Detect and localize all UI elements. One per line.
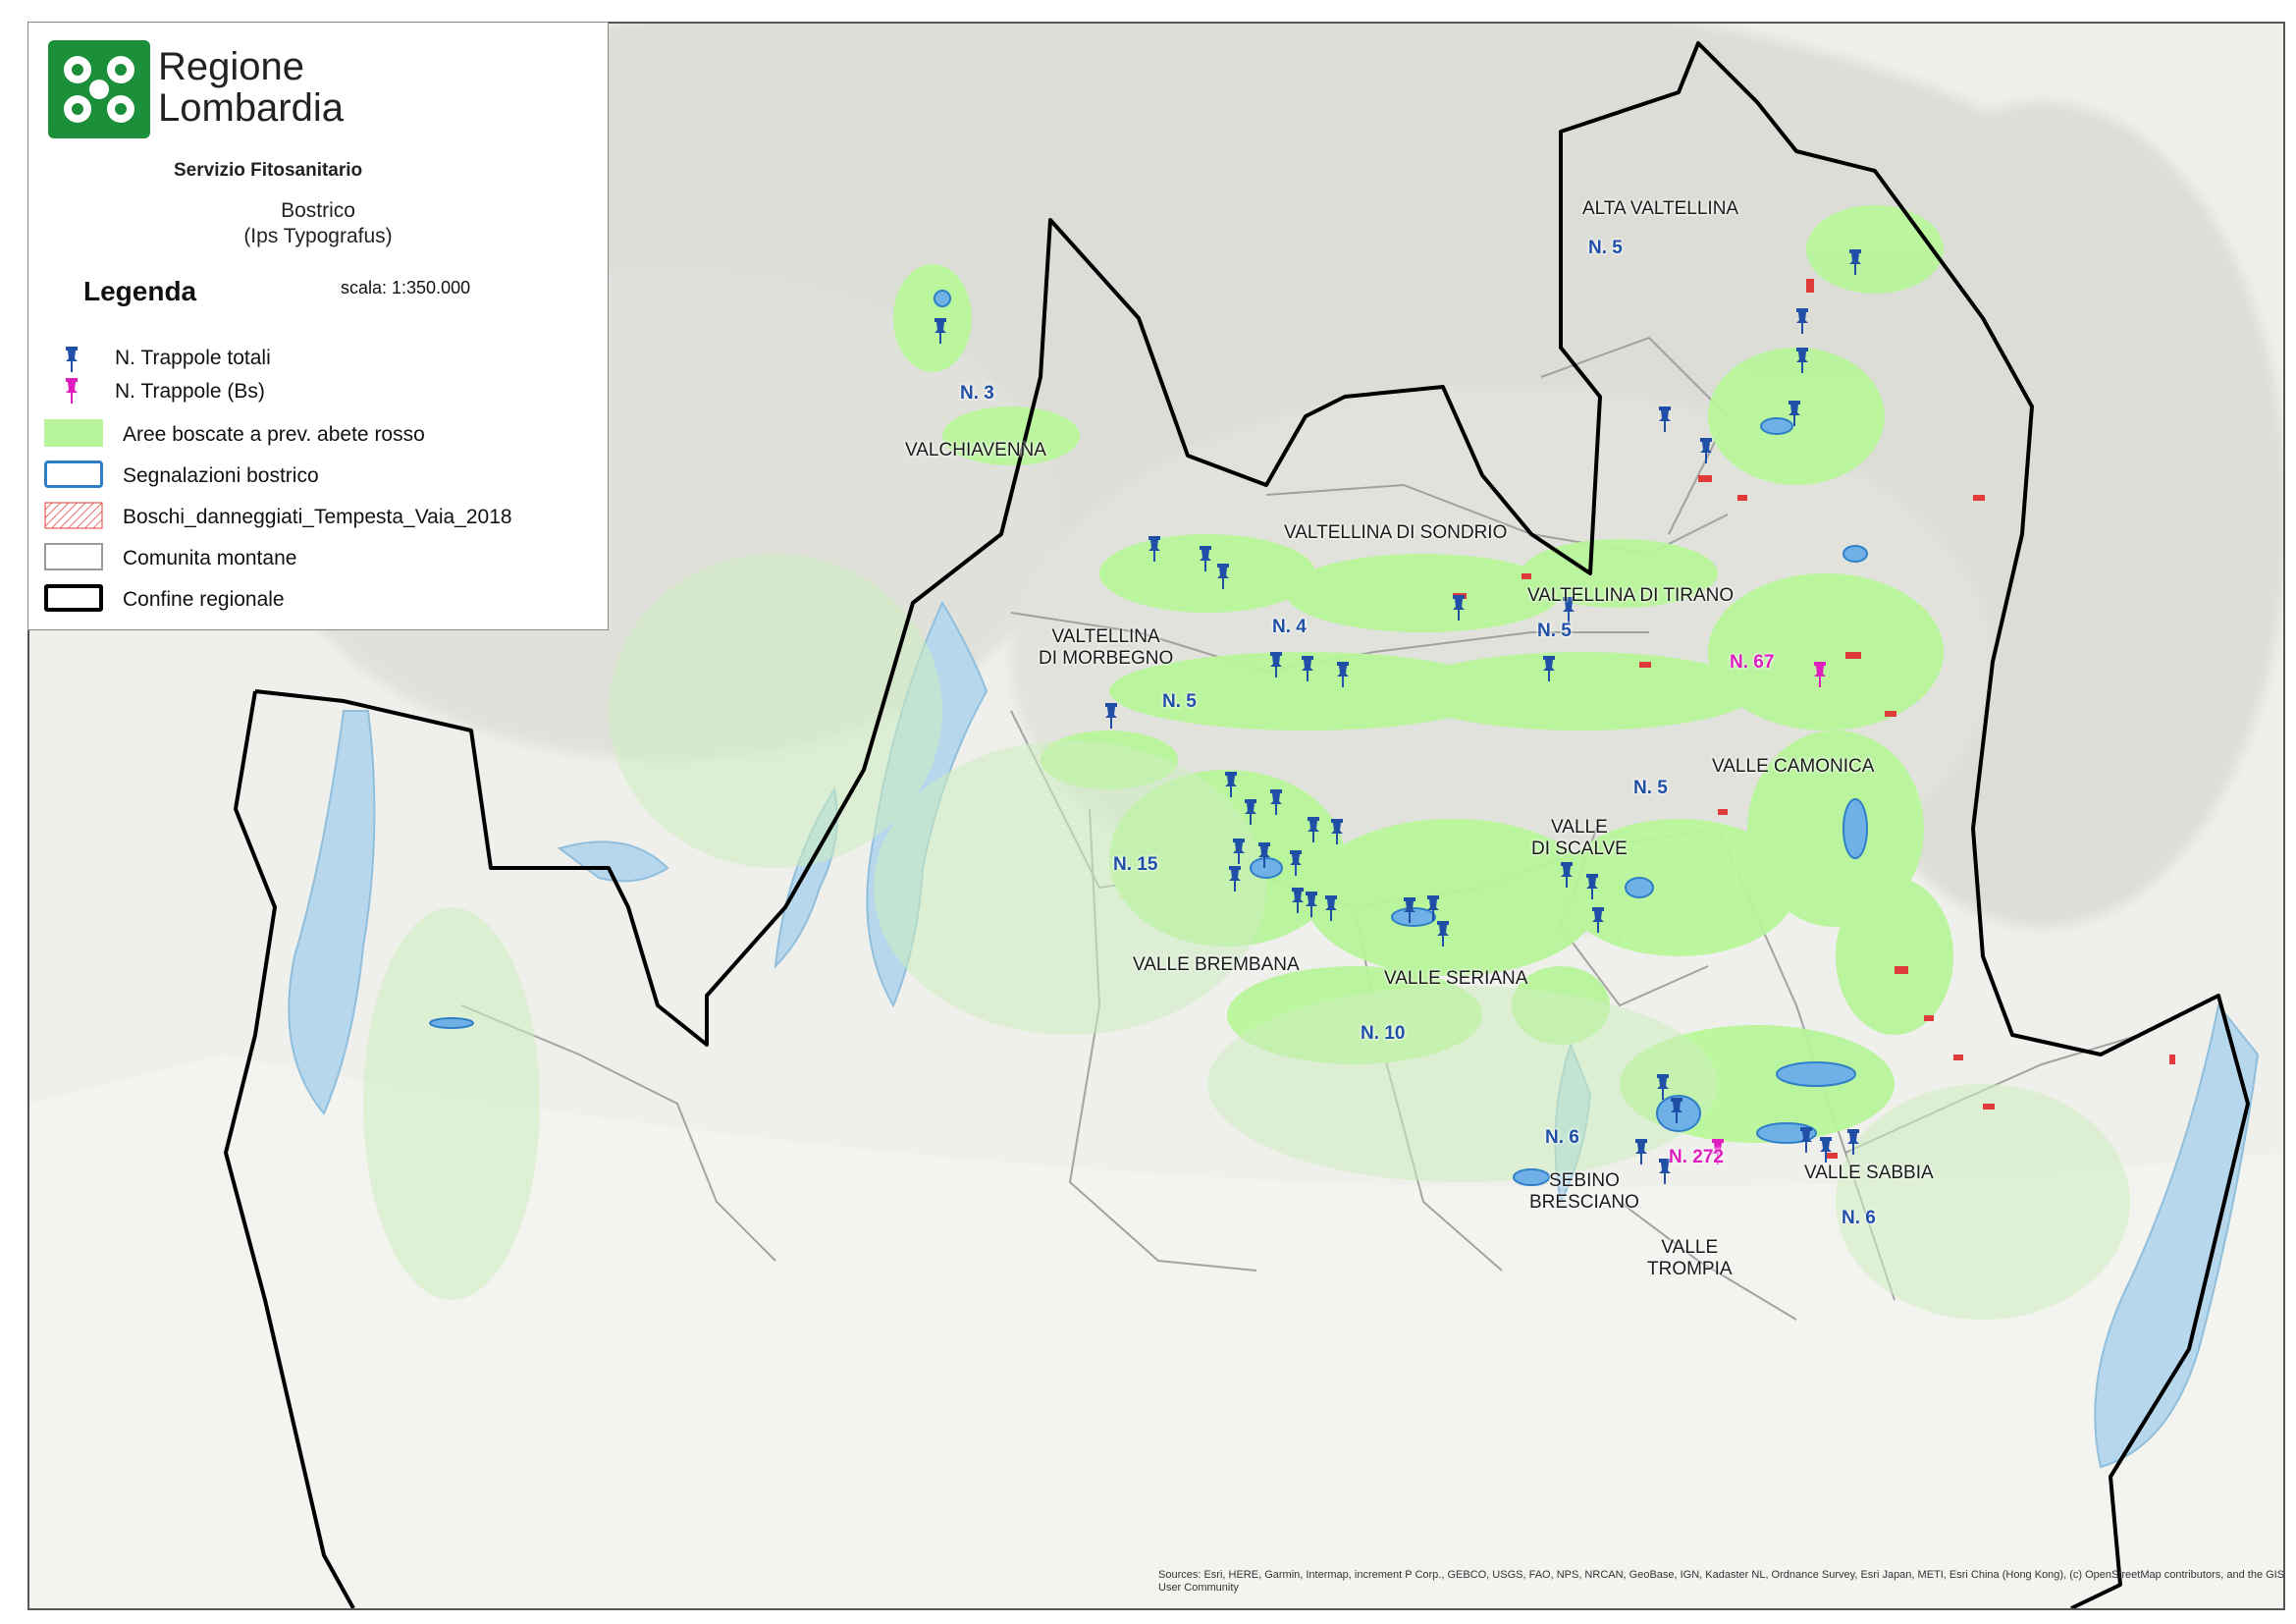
count-valle-trompia: N. 6 bbox=[1842, 1208, 1876, 1228]
count-valtellina-morbegno: N. 5 bbox=[1162, 691, 1197, 712]
count-sebino-bresciano: N. 6 bbox=[1545, 1127, 1579, 1148]
region-label-sebino-bresciano: SEBINO BRESCIANO bbox=[1529, 1170, 1639, 1213]
trap-pin-blue-icon[interactable] bbox=[1323, 895, 1339, 921]
legend-item-confine-regionale: Confine regionale bbox=[123, 588, 285, 611]
trap-pin-blue-icon[interactable] bbox=[933, 318, 948, 344]
trap-pin-blue-icon[interactable] bbox=[1198, 546, 1213, 571]
count-valtellina-sondrio: N. 4 bbox=[1272, 617, 1307, 637]
trap-pin-blue-icon[interactable] bbox=[1402, 897, 1417, 923]
trap-pin-blue-icon[interactable] bbox=[1794, 348, 1810, 373]
legend-swatch-blue-outline bbox=[44, 460, 103, 488]
trap-pin-blue-icon[interactable] bbox=[1818, 1137, 1834, 1163]
legend-swatch-black-outline bbox=[44, 584, 103, 612]
legend-swatch-red-hatch bbox=[44, 502, 103, 529]
org-name-line1: Regione bbox=[158, 45, 305, 88]
count-valle-scalve: N. 5 bbox=[1633, 778, 1668, 798]
legend-item-boschi-danneggiati: Boschi_danneggiati_Tempesta_Vaia_2018 bbox=[123, 506, 512, 528]
count-sebino-bs: N. 272 bbox=[1669, 1147, 1724, 1167]
trap-pin-blue-icon[interactable] bbox=[1435, 921, 1451, 947]
trap-pin-blue-icon[interactable] bbox=[1304, 892, 1319, 917]
trap-pin-blue-icon[interactable] bbox=[1243, 799, 1258, 825]
count-valle-brembana: N. 15 bbox=[1113, 854, 1158, 875]
count-valtellina-tirano: N. 5 bbox=[1537, 621, 1572, 641]
trap-pin-blue-icon[interactable] bbox=[1698, 438, 1714, 463]
trap-pin-magenta-icon[interactable] bbox=[1812, 662, 1828, 687]
region-label-valle-seriana: VALLE SERIANA bbox=[1384, 968, 1528, 989]
trap-pin-blue-icon[interactable] bbox=[1147, 536, 1162, 562]
trap-pin-blue-icon[interactable] bbox=[1231, 839, 1247, 864]
count-valle-seriana: N. 10 bbox=[1361, 1023, 1406, 1044]
legend-item-comunita-montane: Comunita montane bbox=[123, 547, 297, 569]
trap-pin-blue-icon[interactable] bbox=[1288, 850, 1304, 876]
logo: Regione Lombardia Servizio Fitosanitario bbox=[48, 40, 382, 188]
pin-blue-icon bbox=[66, 347, 78, 372]
legend-item-trappole-totali: N. Trappole totali bbox=[115, 347, 271, 369]
org-name-line2: Lombardia bbox=[158, 86, 345, 130]
region-label-valle-trompia: VALLE TROMPIA bbox=[1647, 1237, 1733, 1279]
pin-magenta-icon bbox=[66, 378, 78, 404]
trap-pin-blue-icon[interactable] bbox=[1669, 1098, 1684, 1123]
region-label-valchiavenna: VALCHIAVENNA bbox=[905, 440, 1046, 460]
legend-scale: scala: 1:350.000 bbox=[341, 278, 471, 298]
region-label-valle-sabbia: VALLE SABBIA bbox=[1804, 1163, 1934, 1183]
trap-pin-blue-icon[interactable] bbox=[1559, 862, 1575, 888]
trap-pin-blue-icon[interactable] bbox=[1300, 656, 1315, 681]
trap-pin-blue-icon[interactable] bbox=[1223, 772, 1239, 797]
count-alta-valtellina: N. 5 bbox=[1588, 238, 1623, 258]
trap-pin-blue-icon[interactable] bbox=[1541, 656, 1557, 681]
trap-pin-blue-icon[interactable] bbox=[1425, 895, 1441, 921]
trap-pin-blue-icon[interactable] bbox=[1584, 874, 1600, 899]
trap-pin-blue-icon[interactable] bbox=[1847, 249, 1863, 275]
region-label-valtellina-sondrio: VALTELLINA DI SONDRIO bbox=[1284, 522, 1508, 543]
legend-heading: Legenda bbox=[83, 276, 197, 306]
legend-swatch-green-fill bbox=[44, 419, 103, 447]
region-label-valtellina-tirano: VALTELLINA DI TIRANO bbox=[1527, 585, 1735, 606]
trap-pin-blue-icon[interactable] bbox=[1215, 564, 1231, 589]
trap-pin-blue-icon[interactable] bbox=[1335, 662, 1351, 687]
trap-pin-blue-icon[interactable] bbox=[1633, 1139, 1649, 1164]
trap-pin-blue-icon[interactable] bbox=[1268, 652, 1284, 677]
trap-pin-blue-icon[interactable] bbox=[1268, 789, 1284, 815]
trap-pin-blue-icon[interactable] bbox=[1306, 817, 1321, 842]
region-label-valtellina-morbegno: VALTELLINA DI MORBEGNO bbox=[1039, 626, 1174, 669]
count-valle-camonica-bs: N. 67 bbox=[1730, 652, 1775, 673]
legend-swatch-gray-outline bbox=[44, 543, 103, 570]
region-label-valle-camonica: VALLE CAMONICA bbox=[1712, 756, 1875, 777]
trap-pin-blue-icon[interactable] bbox=[1103, 703, 1119, 729]
region-label-valle-scalve: VALLE DI SCALVE bbox=[1531, 817, 1628, 859]
trap-pin-blue-icon[interactable] bbox=[1256, 842, 1272, 868]
trap-pin-blue-icon[interactable] bbox=[1845, 1129, 1861, 1155]
region-label-alta-valtellina: ALTA VALTELLINA bbox=[1582, 198, 1739, 219]
department-name: Servizio Fitosanitario bbox=[174, 160, 363, 181]
trap-pin-blue-icon[interactable] bbox=[1227, 866, 1243, 892]
trap-pin-blue-icon[interactable] bbox=[1787, 401, 1802, 426]
trap-pin-blue-icon[interactable] bbox=[1451, 595, 1467, 621]
region-label-valle-brembana: VALLE BREMBANA bbox=[1133, 954, 1300, 975]
map-title-line2: (Ips Typografus) bbox=[243, 225, 393, 247]
legend-panel: Regione Lombardia Servizio Fitosanitario… bbox=[27, 22, 609, 630]
map-title-line1: Bostrico bbox=[281, 199, 355, 222]
count-valchiavenna: N. 3 bbox=[960, 383, 994, 404]
page: ALTA VALTELLINA VALCHIAVENNA VALTELLINA … bbox=[0, 0, 2296, 1624]
trap-pin-blue-icon[interactable] bbox=[1329, 819, 1345, 844]
trap-pin-blue-icon[interactable] bbox=[1798, 1127, 1814, 1153]
trap-pin-blue-icon[interactable] bbox=[1657, 406, 1673, 432]
legend-item-segnalazioni: Segnalazioni bostrico bbox=[123, 464, 319, 487]
regione-lombardia-logo-icon bbox=[48, 40, 150, 138]
legend-item-aree-boscate: Aree boscate a prev. abete rosso bbox=[123, 423, 425, 446]
legend-item-trappole-bs: N. Trappole (Bs) bbox=[115, 380, 265, 403]
trap-pin-blue-icon[interactable] bbox=[1590, 907, 1606, 933]
trap-pin-blue-icon[interactable] bbox=[1794, 308, 1810, 334]
map-credits: Sources: Esri, HERE, Garmin, Intermap, i… bbox=[1158, 1569, 2285, 1594]
trap-pin-blue-icon[interactable] bbox=[1655, 1074, 1671, 1100]
